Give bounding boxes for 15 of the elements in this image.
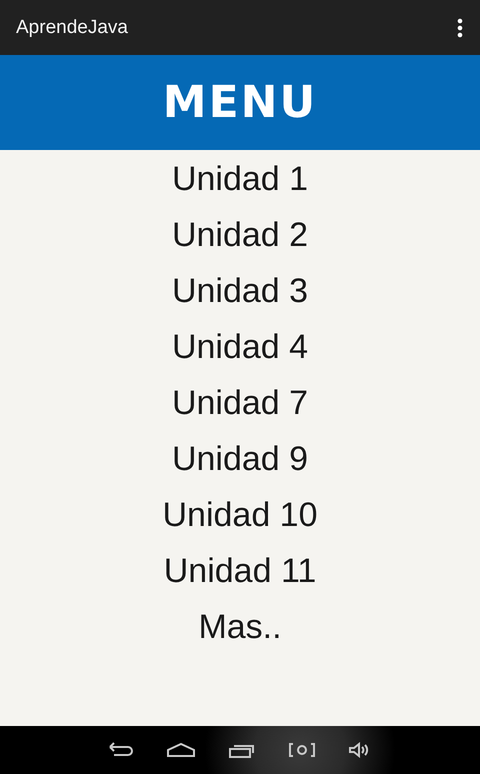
menu-item[interactable]: Unidad 10 [158, 487, 322, 543]
menu-item[interactable]: Unidad 1 [168, 151, 312, 207]
home-icon[interactable] [166, 742, 196, 758]
menu-item[interactable]: Mas.. [194, 599, 286, 655]
menu-item[interactable]: Unidad 7 [168, 375, 312, 431]
back-icon[interactable] [108, 741, 134, 759]
menu-item[interactable]: Unidad 9 [168, 431, 312, 487]
overflow-menu-icon[interactable] [456, 18, 464, 38]
app-title: AprendeJava [16, 16, 128, 38]
menu-item[interactable]: Unidad 11 [160, 543, 320, 599]
screenshot-icon[interactable] [288, 742, 316, 758]
menu-item[interactable]: Unidad 2 [168, 207, 312, 263]
header-title: MENU [162, 77, 318, 128]
menu-item[interactable]: Unidad 3 [168, 263, 312, 319]
menu-item[interactable]: Unidad 4 [168, 319, 312, 375]
